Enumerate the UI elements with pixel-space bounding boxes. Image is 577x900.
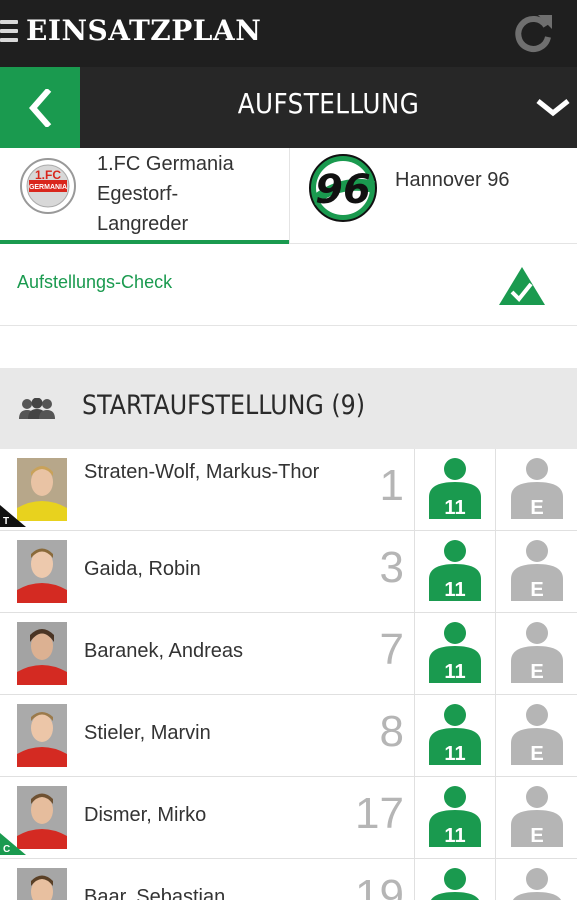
table-row[interactable]: Baranek, Andreas 7 11 E bbox=[0, 613, 577, 695]
player-starter-icon[interactable]: 11 bbox=[427, 539, 483, 606]
away-team-name: Hannover 96 bbox=[395, 169, 510, 191]
app-title: EINSATZPLAN bbox=[26, 14, 262, 47]
lineup-header: STARTAUFSTELLUNG (9) bbox=[0, 368, 577, 449]
table-row[interactable]: Stieler, Marvin 8 11 E bbox=[0, 695, 577, 777]
player-number: 17 bbox=[355, 789, 404, 838]
svg-text:11: 11 bbox=[444, 825, 465, 847]
tab-away-team[interactable]: 96 Hannover 96 bbox=[289, 148, 577, 244]
sub-header: AUFSTELLUNG bbox=[0, 67, 577, 148]
team-selector: 1.FC GERMANIA 1.FC Germania Egestorf- Lang… bbox=[0, 148, 577, 244]
divider bbox=[414, 449, 415, 531]
home-team-name: 1.FC Germania Egestorf- Langreder bbox=[97, 153, 234, 235]
top-app-bar: EINSATZPLAN bbox=[0, 0, 577, 67]
player-starter-icon[interactable]: 11 bbox=[427, 703, 483, 770]
player-substitute-icon[interactable]: E bbox=[509, 457, 565, 524]
svg-text:E: E bbox=[530, 579, 543, 601]
table-row[interactable]: T Straten-Wolf, Markus-Thor 1 11 E bbox=[0, 449, 577, 531]
divider bbox=[414, 531, 415, 613]
player-substitute-icon[interactable]: E bbox=[509, 539, 565, 606]
back-button[interactable] bbox=[0, 67, 80, 148]
section-title: AUFSTELLUNG bbox=[237, 87, 420, 120]
player-starter-icon[interactable]: 11 bbox=[427, 457, 483, 524]
player-name: Stieler, Marvin bbox=[84, 722, 211, 744]
player-starter-icon[interactable]: 11 bbox=[427, 867, 483, 900]
svg-text:96: 96 bbox=[315, 167, 371, 213]
player-name: Baranek, Andreas bbox=[84, 640, 243, 662]
refresh-icon[interactable] bbox=[510, 9, 556, 55]
svg-text:E: E bbox=[530, 825, 543, 847]
group-icon bbox=[17, 397, 57, 425]
divider bbox=[495, 777, 496, 859]
player-number: 7 bbox=[379, 625, 404, 674]
chevron-left-icon bbox=[29, 89, 52, 127]
table-row[interactable]: Baar, Sebastian 19 11 E bbox=[0, 859, 577, 900]
spacer bbox=[0, 327, 577, 368]
divider bbox=[495, 449, 496, 531]
player-photo bbox=[17, 704, 67, 767]
home-team-logo: 1.FC GERMANIA bbox=[20, 158, 76, 219]
table-row[interactable]: C Dismer, Mirko 17 11 E bbox=[0, 777, 577, 859]
divider bbox=[414, 695, 415, 777]
lineup-title: STARTAUFSTELLUNG (9) bbox=[82, 390, 366, 421]
lineup-check-label: Aufstellungs-Check bbox=[17, 272, 173, 292]
divider bbox=[414, 777, 415, 859]
player-number: 3 bbox=[379, 543, 404, 592]
svg-text:GERMANIA: GERMANIA bbox=[29, 184, 67, 191]
divider bbox=[495, 695, 496, 777]
player-photo bbox=[17, 622, 67, 685]
player-name: Baar, Sebastian bbox=[84, 886, 226, 900]
player-photo bbox=[17, 868, 67, 900]
player-name: Straten-Wolf, Markus-Thor bbox=[84, 461, 320, 483]
divider bbox=[495, 531, 496, 613]
player-substitute-icon[interactable]: E bbox=[509, 867, 565, 900]
position-badge-label: T bbox=[3, 516, 10, 527]
player-substitute-icon[interactable]: E bbox=[509, 621, 565, 688]
away-team-logo: 96 bbox=[307, 153, 379, 228]
player-name: Gaida, Robin bbox=[84, 558, 201, 580]
player-starter-icon[interactable]: 11 bbox=[427, 785, 483, 852]
svg-text:11: 11 bbox=[444, 743, 465, 765]
svg-text:11: 11 bbox=[444, 497, 465, 519]
player-number: 1 bbox=[379, 461, 404, 510]
player-starter-icon[interactable]: 11 bbox=[427, 621, 483, 688]
player-number: 8 bbox=[379, 707, 404, 756]
lineup-check-row[interactable]: Aufstellungs-Check bbox=[0, 244, 577, 326]
svg-text:11: 11 bbox=[444, 579, 465, 601]
chevron-down-icon[interactable] bbox=[535, 97, 571, 122]
player-substitute-icon[interactable]: E bbox=[509, 785, 565, 852]
menu-icon[interactable] bbox=[0, 20, 18, 42]
svg-text:E: E bbox=[530, 497, 543, 519]
divider bbox=[414, 859, 415, 900]
tab-home-team[interactable]: 1.FC GERMANIA 1.FC Germania Egestorf- Lang… bbox=[0, 148, 289, 244]
svg-text:1.FC: 1.FC bbox=[35, 168, 61, 182]
player-name: Dismer, Mirko bbox=[84, 804, 207, 826]
divider bbox=[495, 613, 496, 695]
svg-text:11: 11 bbox=[444, 661, 465, 683]
table-row[interactable]: Gaida, Robin 3 11 E bbox=[0, 531, 577, 613]
svg-text:E: E bbox=[530, 743, 543, 765]
svg-text:E: E bbox=[530, 661, 543, 683]
player-substitute-icon[interactable]: E bbox=[509, 703, 565, 770]
position-badge-label: C bbox=[3, 844, 11, 855]
divider bbox=[414, 613, 415, 695]
divider bbox=[495, 859, 496, 900]
player-photo bbox=[17, 540, 67, 603]
check-triangle-icon bbox=[497, 265, 547, 312]
player-number: 19 bbox=[355, 871, 404, 900]
